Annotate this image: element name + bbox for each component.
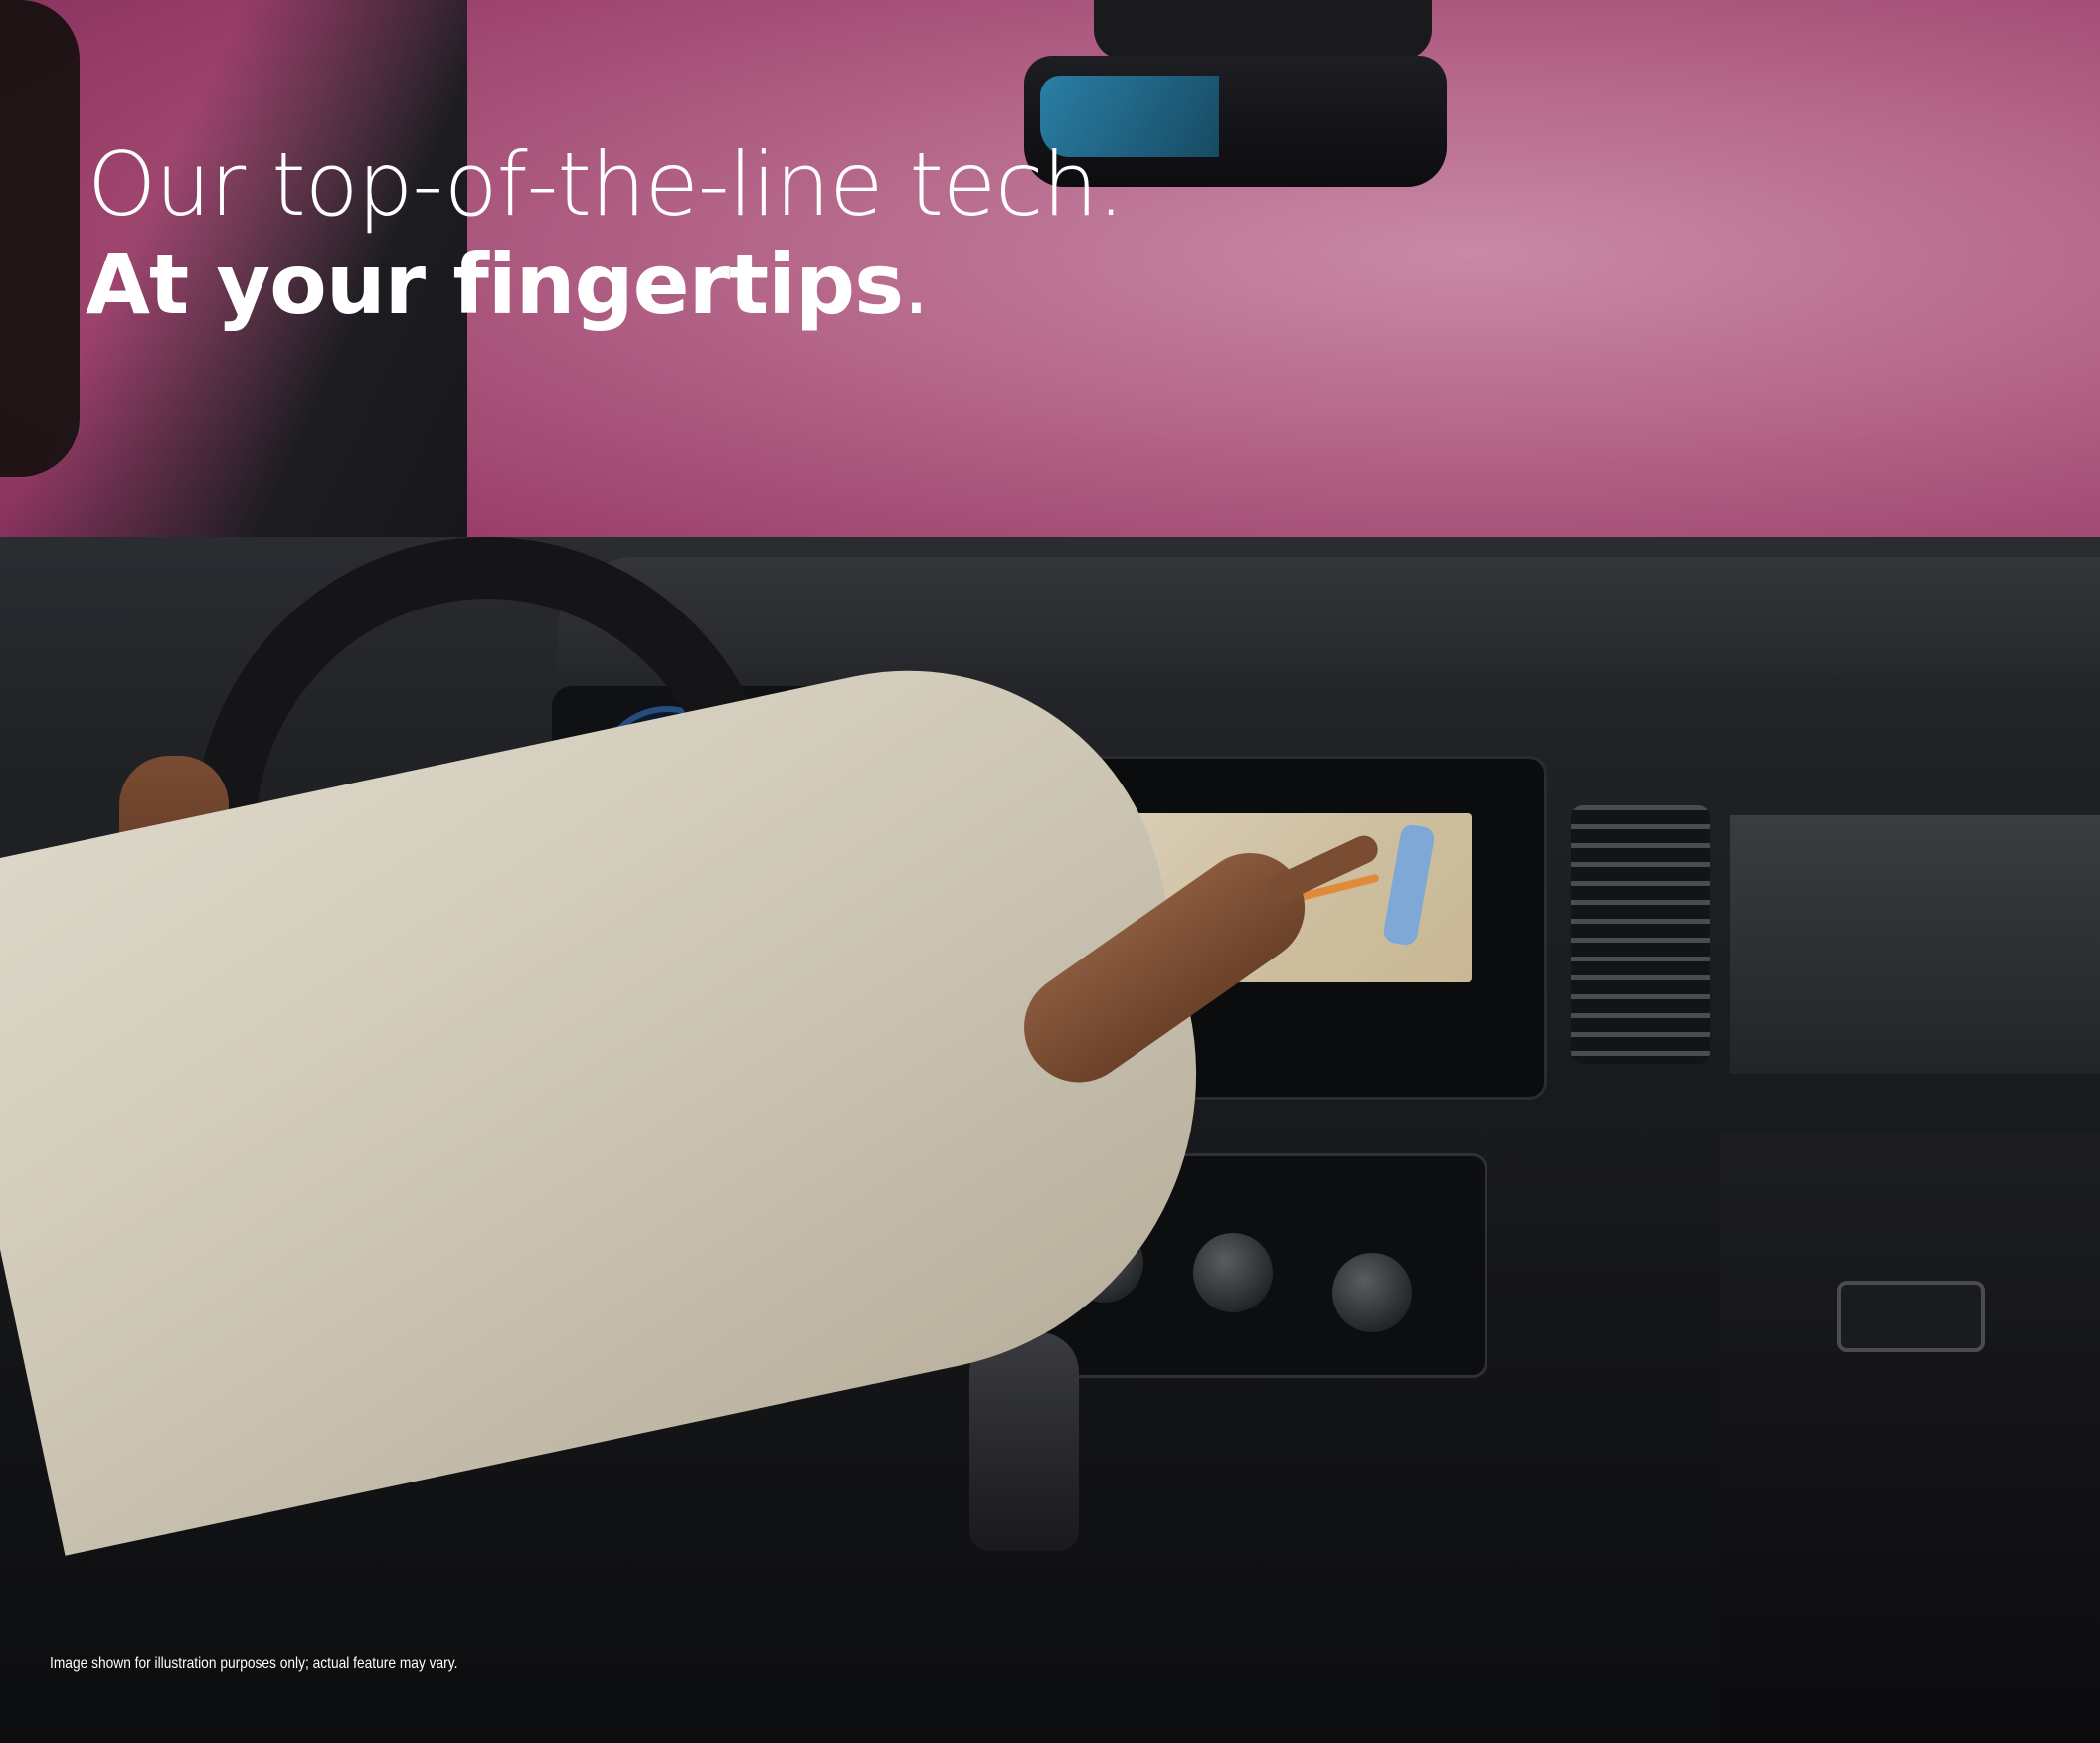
mirror-mount xyxy=(1094,0,1432,60)
brochure-page: Our top-of-the-line tech. At your finger… xyxy=(0,0,2100,1743)
headline-line-2: At your fingertips. xyxy=(86,235,930,334)
headline-bold: At your fingertips xyxy=(86,236,904,333)
disclaimer-text: Image shown for illustration purposes on… xyxy=(50,1656,458,1672)
climate-knob-center xyxy=(1193,1233,1273,1312)
climate-knob-right xyxy=(1332,1253,1412,1332)
glovebox xyxy=(1720,1133,2100,1743)
dashboard-top xyxy=(557,557,2100,676)
air-vent-right xyxy=(1571,805,1710,1064)
gear-shifter xyxy=(969,1332,1079,1551)
headline-period: . xyxy=(903,236,930,333)
headline-line-1: Our top-of-the-line tech. xyxy=(88,133,1125,236)
glovebox-handle xyxy=(1838,1281,1985,1352)
passenger-dash-panel xyxy=(1730,815,2100,1074)
